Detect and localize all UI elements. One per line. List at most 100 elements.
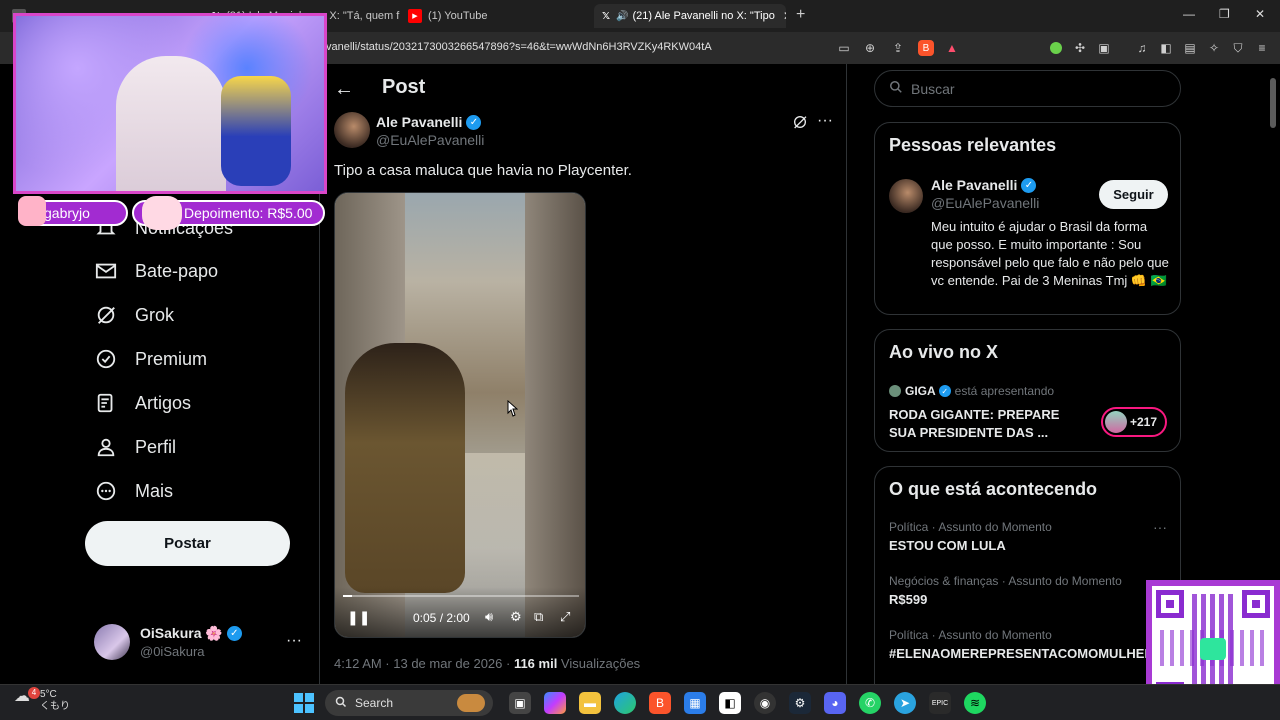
- windows-taskbar: ☁ 5°C くもり 4 Search ▣ ▬ B ▦ ◧ ◉ ⚙ ◕ ✆ ➤ E…: [0, 684, 1280, 720]
- nav-item-articles[interactable]: Artigos: [94, 387, 191, 419]
- nav-item-more[interactable]: Mais: [94, 475, 173, 507]
- new-tab-button[interactable]: +: [796, 6, 805, 24]
- video-time: 0:05 / 2:00: [413, 611, 470, 625]
- discord-icon[interactable]: ◕: [824, 692, 846, 714]
- search-placeholder: Buscar: [911, 80, 955, 97]
- verified-badge-icon: ✓: [226, 626, 242, 641]
- relevant-name-row[interactable]: Ale Pavanelli ✓: [931, 177, 1037, 193]
- tab-close-icon[interactable]: ✕: [783, 9, 786, 23]
- search-input[interactable]: Buscar: [874, 70, 1181, 107]
- fullscreen-icon[interactable]: ⤢: [560, 609, 570, 625]
- webcam-overlay: [13, 13, 327, 194]
- live-listener-count[interactable]: +217: [1101, 407, 1167, 437]
- page-title: Post: [382, 76, 426, 98]
- store-icon[interactable]: ▦: [684, 692, 706, 714]
- verified-badge-icon: ✓: [466, 114, 482, 130]
- author-name-row[interactable]: Ale Pavanelli ✓: [376, 114, 482, 130]
- browser-tab-active[interactable]: 𝕏 🔊 (21) Ale Pavanelli no X: "Tipo ✕: [594, 4, 786, 28]
- search-icon: [335, 696, 347, 711]
- back-arrow-icon[interactable]: ←: [334, 78, 354, 101]
- video-frame-person: [345, 343, 465, 593]
- nav-item-premium[interactable]: Premium: [94, 343, 207, 375]
- live-card[interactable]: Ao vivo no X GIGA ✓ está apresentando RO…: [874, 329, 1181, 452]
- telegram-icon[interactable]: ➤: [894, 692, 916, 714]
- leo-ai-icon[interactable]: ✧: [1206, 40, 1222, 56]
- menu-icon[interactable]: ≡: [1254, 40, 1270, 56]
- relevant-name: Ale Pavanelli: [931, 177, 1018, 193]
- pause-icon[interactable]: ❚❚: [347, 609, 370, 626]
- brave-shield-icon[interactable]: B: [918, 40, 934, 56]
- trend-item[interactable]: Política · Assunto do Momento ESTOU COM …: [889, 520, 1052, 553]
- grok-icon: [94, 303, 118, 327]
- spotify-icon[interactable]: ≋: [964, 692, 986, 714]
- nav-label: Mais: [135, 480, 174, 501]
- whatsapp-icon[interactable]: ✆: [859, 692, 881, 714]
- obs-icon[interactable]: ◉: [754, 692, 776, 714]
- music-icon[interactable]: ♫: [1134, 40, 1150, 56]
- grok-explain-icon[interactable]: [792, 114, 808, 133]
- windows-start-icon[interactable]: [294, 693, 314, 713]
- post-timestamp[interactable]: 4:12 AM · 13 de mar de 2026 ·: [334, 656, 514, 671]
- trend-item[interactable]: Política · Assunto do Momento #ELENAOMER…: [889, 628, 1154, 661]
- share-icon[interactable]: ⇪: [890, 40, 906, 56]
- close-window-icon[interactable]: ✕: [1255, 7, 1265, 21]
- nav-item-chat[interactable]: Bate-papo: [94, 255, 218, 287]
- edge-icon[interactable]: [614, 692, 636, 714]
- minimize-icon[interactable]: —: [1183, 7, 1195, 21]
- sidebar-toggle-icon[interactable]: ◧: [1158, 40, 1174, 56]
- extensions-icon[interactable]: ✣: [1072, 40, 1088, 56]
- extension-status-icon[interactable]: [1050, 42, 1062, 54]
- weather-widget[interactable]: ☁ 5°C くもり 4: [14, 687, 70, 713]
- task-view-icon[interactable]: ▣: [509, 692, 531, 714]
- nav-label: Perfil: [135, 436, 177, 457]
- account-name: OiSakura 🌸: [140, 625, 223, 641]
- plush-figure: [221, 76, 291, 186]
- file-explorer-icon[interactable]: ▬: [579, 692, 601, 714]
- trend-topic: R$599: [889, 592, 928, 607]
- views-label: Visualizações: [557, 656, 641, 671]
- author-avatar[interactable]: [334, 112, 370, 148]
- steam-icon[interactable]: ⚙: [789, 692, 811, 714]
- copilot-icon[interactable]: [544, 692, 566, 714]
- nav-item-grok[interactable]: Grok: [94, 299, 174, 331]
- maximize-icon[interactable]: ❐: [1219, 7, 1230, 21]
- settings-gear-icon[interactable]: ⚙: [510, 609, 522, 625]
- donation-alert: Depoimento: R$5.00: [132, 196, 325, 230]
- video-player[interactable]: ❚❚ 0:05 / 2:00 🔊︎ ⚙ ⧉ ⤢: [334, 192, 586, 638]
- trends-card: O que está acontecendo Política · Assunt…: [874, 466, 1181, 706]
- wallet-icon[interactable]: ▣: [1096, 40, 1112, 56]
- nav-item-profile[interactable]: Perfil: [94, 431, 176, 463]
- picture-in-picture-icon[interactable]: ⧉: [534, 609, 543, 625]
- relevant-handle[interactable]: @EuAlePavanelli: [931, 195, 1039, 211]
- cast-icon[interactable]: ▭: [836, 40, 852, 56]
- person-icon: [94, 435, 118, 459]
- rewards-icon[interactable]: ▲: [944, 40, 960, 56]
- speaker-icon: 🔊: [616, 10, 629, 22]
- vpn-icon[interactable]: ⛉: [1230, 40, 1246, 56]
- video-progress-bar[interactable]: [343, 595, 579, 597]
- browser-tab[interactable]: ▶ (1) YouTube: [400, 4, 590, 28]
- account-switcher[interactable]: OiSakura 🌸 ✓ @0iSakura ···: [94, 624, 302, 660]
- trend-item[interactable]: Negócios & finanças · Assunto do Momento…: [889, 574, 1122, 607]
- scrollbar-thumb[interactable]: [1270, 78, 1276, 128]
- capcut-icon[interactable]: ◧: [719, 692, 741, 714]
- tab-label: (1) YouTube: [428, 10, 488, 22]
- zoom-icon[interactable]: ⊕: [862, 40, 878, 56]
- trend-more-icon[interactable]: ···: [1153, 519, 1167, 535]
- taskbar-search[interactable]: Search: [325, 690, 493, 716]
- account-more-icon[interactable]: ···: [286, 632, 302, 650]
- follow-button[interactable]: Seguir: [1099, 180, 1168, 209]
- post-more-icon[interactable]: ···: [817, 112, 833, 130]
- qr-logo-icon: [1200, 638, 1226, 660]
- url-field[interactable]: vanelli/status/2032173003266547896?s=46&…: [326, 41, 712, 53]
- author-handle[interactable]: @EuAlePavanelli: [376, 132, 484, 148]
- brave-browser-icon[interactable]: B: [649, 692, 671, 714]
- mail-icon: [94, 259, 118, 283]
- card-title: Ao vivo no X: [889, 342, 999, 362]
- avatar[interactable]: [889, 179, 923, 213]
- epic-games-icon[interactable]: EPIC: [929, 692, 951, 714]
- listener-avatar: [1105, 411, 1127, 433]
- wallet-alt-icon[interactable]: ▤: [1182, 40, 1198, 56]
- volume-icon[interactable]: 🔊︎: [485, 609, 493, 625]
- post-button[interactable]: Postar: [85, 521, 290, 566]
